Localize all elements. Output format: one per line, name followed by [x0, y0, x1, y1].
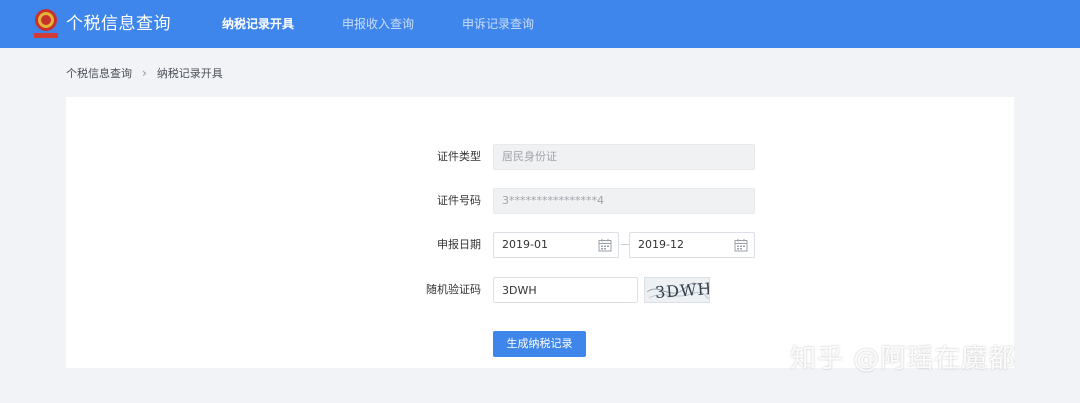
app-title: 个税信息查询 — [66, 14, 171, 34]
captcha-input[interactable] — [493, 277, 638, 303]
date-range-separator — [621, 244, 629, 245]
tax-emblem-icon — [34, 9, 58, 38]
id-number-field: 3****************4 — [493, 188, 755, 214]
breadcrumb: 个税信息查询 › 纳税记录开具 — [66, 64, 223, 82]
breadcrumb-current: 纳税记录开具 — [156, 67, 223, 80]
calendar-icon — [734, 239, 748, 252]
calendar-icon — [598, 239, 612, 252]
nav-income-query[interactable]: 申报收入查询 — [326, 0, 430, 48]
captcha-label: 随机验证码 — [426, 283, 481, 296]
breadcrumb-root[interactable]: 个税信息查询 — [66, 65, 132, 81]
date-label: 申报日期 — [437, 238, 481, 251]
generate-record-button[interactable]: 生成纳税记录 — [493, 331, 586, 357]
start-date-picker[interactable]: 2019-01 — [493, 232, 619, 258]
main-nav: 纳税记录开具 申报收入查询 申诉记录查询 — [206, 0, 566, 48]
id-type-label: 证件类型 — [437, 150, 481, 163]
nav-tax-record[interactable]: 纳税记录开具 — [206, 0, 310, 48]
chevron-right-icon: › — [142, 66, 147, 80]
end-date-picker[interactable]: 2019-12 — [629, 232, 755, 258]
id-type-field: 居民身份证 — [493, 144, 755, 170]
captcha-image[interactable]: 3DWH — [644, 277, 710, 303]
top-header: 个税信息查询 纳税记录开具 申报收入查询 申诉记录查询 — [0, 0, 1080, 48]
end-date-value: 2019-12 — [638, 238, 684, 251]
captcha-image-text: 3DWH — [654, 279, 710, 302]
watermark: 知乎 @阿瑶在魔都 — [790, 344, 1016, 374]
nav-appeal-query[interactable]: 申诉记录查询 — [446, 0, 550, 48]
start-date-value: 2019-01 — [502, 238, 548, 251]
captcha-text-input[interactable] — [502, 278, 637, 302]
id-number-label: 证件号码 — [437, 194, 481, 207]
